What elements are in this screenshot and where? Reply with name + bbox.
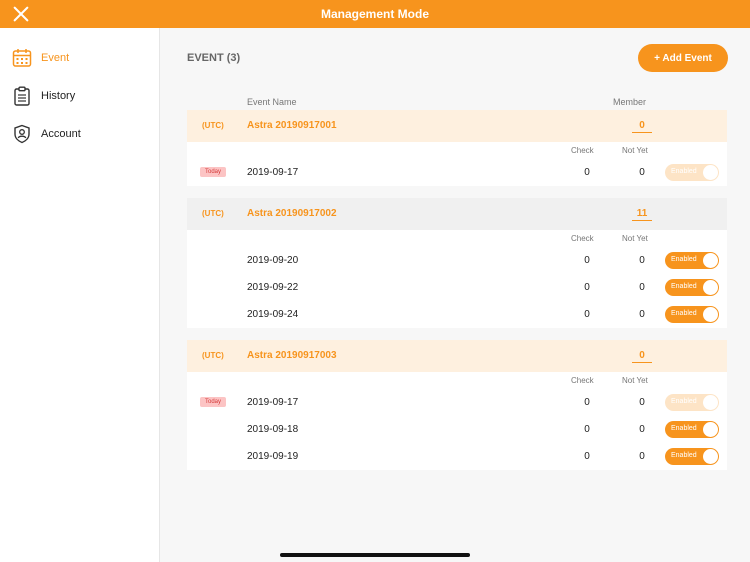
clipboard-icon [12,86,32,106]
not-yet-count: 0 [639,282,645,293]
sidebar-item-label: History [41,90,76,102]
event-card: (UTC) Astra 20190917003 0 Check Not Yet … [187,340,727,470]
session-row: 2019-09-19 0 0 Enabled [187,443,727,470]
not-yet-count: 0 [639,424,645,435]
session-row: Today 2019-09-17 0 0 Enabled [187,159,727,186]
today-badge: Today [200,167,227,177]
session-subheader: Check Not Yet [187,142,727,159]
not-yet-count: 0 [639,309,645,320]
toggle-knob [703,395,718,410]
column-header-member: Member [613,97,647,107]
session-row: 2019-09-20 0 0 Enabled [187,247,727,274]
check-count: 0 [584,255,590,266]
column-header-event-name: Event Name [247,97,297,107]
session-date: 2019-09-20 [247,255,299,266]
event-card: (UTC) Astra 20190917002 11 Check Not Yet… [187,198,727,328]
column-header-check: Check [571,146,594,155]
column-header-not-yet: Not Yet [622,234,648,243]
check-count: 0 [584,424,590,435]
column-header-check: Check [571,234,594,243]
toggle-knob [703,422,718,437]
shield-user-icon [12,124,32,144]
enabled-toggle[interactable]: Enabled [665,252,719,269]
session-date: 2019-09-17 [247,167,299,178]
utc-label: (UTC) [202,209,224,218]
sidebar: Event History Account [0,28,160,562]
page-title: Management Mode [320,7,429,21]
session-date: 2019-09-22 [247,282,299,293]
toggle-knob [703,253,718,268]
column-header-not-yet: Not Yet [622,146,648,155]
calendar-icon [12,48,32,68]
member-count-link[interactable]: 0 [632,350,652,363]
session-subheader: Check Not Yet [187,372,727,389]
enabled-toggle[interactable]: Enabled [665,306,719,323]
member-count-link[interactable]: 0 [632,120,652,133]
toggle-label: Enabled [671,168,697,175]
toggle-knob [703,165,718,180]
check-count: 0 [584,167,590,178]
enabled-toggle[interactable]: Enabled [665,164,719,181]
toggle-knob [703,449,718,464]
event-count-heading: EVENT (3) [187,52,241,64]
toggle-label: Enabled [671,256,697,263]
session-date: 2019-09-24 [247,309,299,320]
not-yet-count: 0 [639,167,645,178]
toggle-label: Enabled [671,452,697,459]
check-count: 0 [584,451,590,462]
session-date: 2019-09-18 [247,424,299,435]
event-card: (UTC) Astra 20190917001 0 Check Not Yet … [187,110,727,186]
session-date: 2019-09-17 [247,397,299,408]
event-card-header: (UTC) Astra 20190917003 0 [187,340,727,372]
toggle-label: Enabled [671,425,697,432]
enabled-toggle[interactable]: Enabled [665,448,719,465]
event-card-header: (UTC) Astra 20190917001 0 [187,110,727,142]
utc-label: (UTC) [202,121,224,130]
sidebar-item-history[interactable]: History [12,84,152,108]
enabled-toggle[interactable]: Enabled [665,421,719,438]
home-indicator[interactable] [280,553,470,557]
enabled-toggle[interactable]: Enabled [665,279,719,296]
member-count-link[interactable]: 11 [632,208,652,221]
column-header-check: Check [571,376,594,385]
toggle-knob [703,307,718,322]
check-count: 0 [584,282,590,293]
add-event-button[interactable]: + Add Event [638,44,728,72]
session-row: 2019-09-18 0 0 Enabled [187,416,727,443]
session-row: 2019-09-22 0 0 Enabled [187,274,727,301]
toggle-label: Enabled [671,398,697,405]
column-header-not-yet: Not Yet [622,376,648,385]
session-row: 2019-09-24 0 0 Enabled [187,301,727,328]
not-yet-count: 0 [639,451,645,462]
toggle-knob [703,280,718,295]
utc-label: (UTC) [202,351,224,360]
main-content: EVENT (3) + Add Event Event Name Member … [160,28,750,562]
today-badge: Today [200,397,227,407]
not-yet-count: 0 [639,255,645,266]
sidebar-item-label: Event [41,52,70,64]
event-name-link[interactable]: Astra 20190917002 [247,208,337,219]
check-count: 0 [584,397,590,408]
sidebar-item-event[interactable]: Event [12,46,152,70]
session-subheader: Check Not Yet [187,230,727,247]
event-card-header: (UTC) Astra 20190917002 11 [187,198,727,230]
session-row: Today 2019-09-17 0 0 Enabled [187,389,727,416]
sidebar-item-account[interactable]: Account [12,122,152,146]
session-date: 2019-09-19 [247,451,299,462]
top-bar: Management Mode [0,0,750,28]
toggle-label: Enabled [671,283,697,290]
enabled-toggle[interactable]: Enabled [665,394,719,411]
event-name-link[interactable]: Astra 20190917003 [247,350,337,361]
check-count: 0 [584,309,590,320]
event-name-link[interactable]: Astra 20190917001 [247,120,337,131]
toggle-label: Enabled [671,310,697,317]
sidebar-item-label: Account [41,128,81,140]
not-yet-count: 0 [639,397,645,408]
